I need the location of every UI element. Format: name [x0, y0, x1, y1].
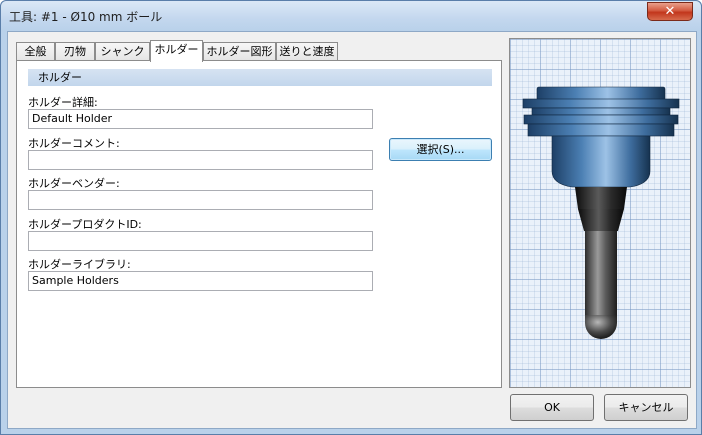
dialog-client-area: 全般 刃物 シャンク ホルダー ホルダー図形 送りと速度 ホルダー ホルダー詳細… — [7, 31, 697, 429]
title-bar[interactable]: 工具: #1 - Ø10 mm ボール ✕ — [1, 1, 701, 31]
tab-cutter[interactable]: 刃物 — [55, 42, 95, 61]
holder-vendor-field[interactable] — [28, 190, 373, 210]
close-icon: ✕ — [664, 4, 676, 19]
tab-holder[interactable]: ホルダー — [150, 40, 203, 62]
holder-product-id-field[interactable] — [28, 231, 373, 251]
holder-library-label: ホルダーライブラリ: — [28, 258, 131, 271]
cancel-button[interactable]: キャンセル — [604, 394, 688, 421]
holder-description-field[interactable]: Default Holder — [28, 109, 373, 129]
tool-preview-image — [522, 86, 680, 339]
holder-comment-field[interactable] — [28, 150, 373, 170]
tab-shank[interactable]: シャンク — [95, 42, 150, 61]
tool-preview — [509, 38, 691, 388]
select-holder-button[interactable]: 選択(S)... — [389, 138, 492, 161]
ok-button[interactable]: OK — [510, 394, 594, 421]
holder-product-id-label: ホルダープロダクトID: — [28, 218, 142, 231]
tab-feeds-speeds[interactable]: 送りと速度 — [276, 42, 338, 61]
holder-description-label: ホルダー詳細: — [28, 96, 98, 109]
holder-vendor-label: ホルダーベンダー: — [28, 177, 120, 190]
holder-comment-label: ホルダーコメント: — [28, 137, 120, 150]
dialog-window: 工具: #1 - Ø10 mm ボール ✕ 全般 刃物 シャンク ホルダー ホル… — [0, 0, 702, 435]
window-title: 工具: #1 - Ø10 mm ボール — [9, 10, 163, 24]
tab-general[interactable]: 全般 — [16, 42, 55, 61]
close-button[interactable]: ✕ — [647, 2, 693, 21]
holder-tab-panel: ホルダー ホルダー詳細: Default Holder ホルダーコメント: ホル… — [16, 60, 502, 388]
section-header: ホルダー — [28, 69, 492, 86]
holder-library-field[interactable]: Sample Holders — [28, 271, 373, 291]
tab-holder-geometry[interactable]: ホルダー図形 — [203, 42, 276, 61]
